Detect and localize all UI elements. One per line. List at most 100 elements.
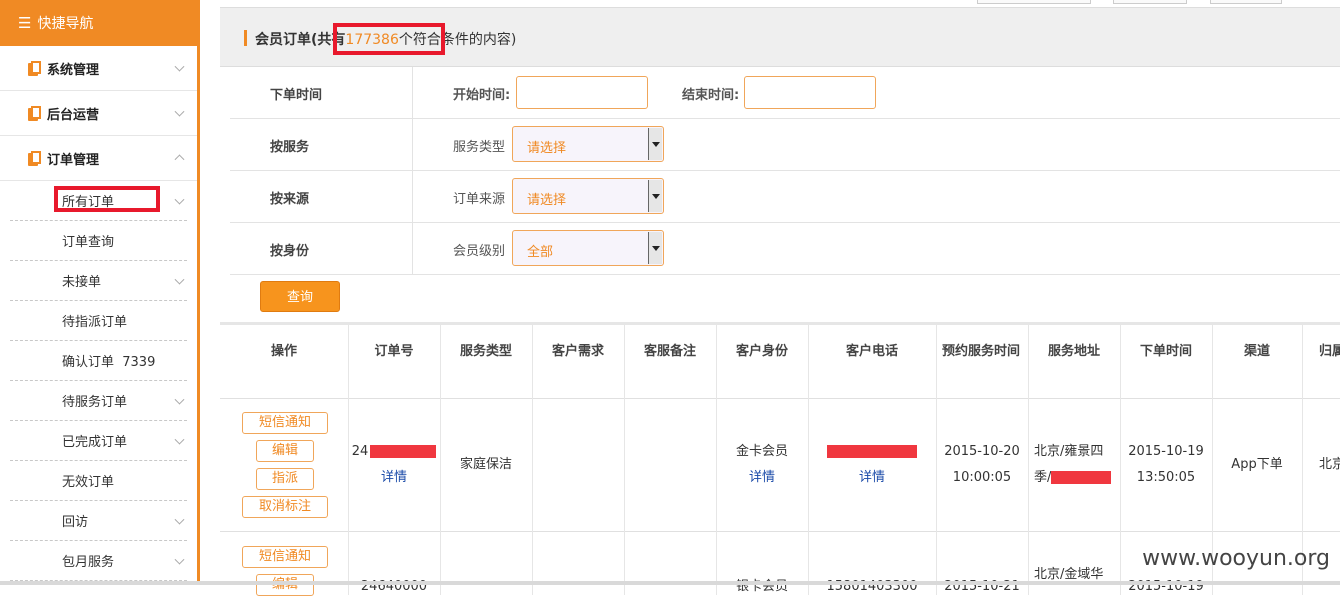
dropdown-arrow-icon[interactable] [648,128,662,160]
table-header-row: 操作 订单号 服务类型 客户需求 客服备注 客户身份 客户电话 预约服务时间 服… [220,325,1340,399]
sidebar-item-label: 未接单 [62,275,102,290]
select-value: 请选择 [527,141,567,156]
start-time-label: 开始时间: [453,88,511,103]
header-accent-bar [244,30,247,46]
chevron-down-icon [174,274,185,285]
edit-button[interactable]: 编辑 [256,574,314,596]
filter-row-order-time: 下单时间 开始时间: 结束时间: [230,67,1340,119]
sidebar-section-system[interactable]: 系统管理 [0,46,197,91]
column-header: 下单时间 [1139,344,1192,359]
cancel-mark-button[interactable]: 取消标注 [242,496,328,518]
top-button[interactable] [1113,0,1187,4]
dropdown-arrow-icon[interactable] [648,180,662,212]
sidebar-item-invalid[interactable]: 无效订单 [10,461,187,501]
bottom-scrollbar[interactable] [0,581,1340,585]
sidebar-item-order-query[interactable]: 订单查询 [10,221,187,261]
column-header: 归属 [1318,344,1340,359]
address-cell: 北京/雍景四 季/ [1028,439,1120,491]
filter-row-source: 按来源 订单来源 请选择 [230,171,1340,223]
sms-notify-button[interactable]: 短信通知 [242,412,328,434]
top-button[interactable] [977,0,1091,4]
address-line: 北京/雍景四 [1034,444,1104,459]
sidebar-item-label: 待服务订单 [62,395,128,410]
filter-label: 按服务 [270,140,310,155]
document-icon [28,60,41,76]
address-text: 季/ [1034,470,1052,485]
identity-text: 金卡会员 [735,444,788,459]
grid-line [716,325,717,595]
column-header: 客户身份 [735,344,788,359]
identity-cell: 金卡会员 详情 [716,439,808,491]
phone-cell: 详情 [808,439,936,491]
highlight-box [54,186,160,212]
sidebar-item-revisit[interactable]: 回访 [10,501,187,541]
assign-button[interactable]: 指派 [256,468,314,490]
appointment-date: 2015-10-20 [944,444,1020,459]
sidebar-item-pending-service[interactable]: 待服务订单 [10,381,187,421]
grid-line [1028,325,1029,595]
order-number: 24 [348,439,440,465]
top-button[interactable] [1210,0,1282,4]
filter-label: 按身份 [270,244,310,259]
order-detail-link[interactable]: 详情 [348,465,440,491]
start-time-input[interactable] [516,76,648,109]
chevron-down-icon [174,514,185,525]
filter-row-identity: 按身份 会员级别 全部 [230,223,1340,275]
edit-button[interactable]: 编辑 [256,440,314,462]
column-header: 客服备注 [643,344,696,359]
service-type-cell: 家庭保洁 [459,457,512,472]
grid-line [808,325,809,595]
sidebar-item-label: 包月服务 [62,555,115,570]
sidebar-item-all-orders[interactable]: 所有订单 [10,181,187,221]
sidebar: ☰ 快捷导航 系统管理 后台运营 订单管理 所有订单 订单查询 未接单 待指派订… [0,0,200,585]
sidebar-item-completed[interactable]: 已完成订单 [10,421,187,461]
order-source-select[interactable]: 请选择 [512,178,664,214]
sidebar-item-pending-assign[interactable]: 待指派订单 [10,301,187,341]
chevron-down-icon [174,434,185,445]
page-header: 会员订单(共有177386个符合条件的内容) [220,7,1340,67]
redaction [827,445,917,458]
query-button[interactable]: 查询 [260,281,340,312]
sidebar-section-orders[interactable]: 订单管理 [0,136,197,181]
identity-detail-link[interactable]: 详情 [716,465,808,491]
grid-line [1120,325,1121,595]
sidebar-item-monthly[interactable]: 包月服务 [10,541,187,581]
select-value: 全部 [527,245,554,260]
appointment-date: 2015-10-21 [944,579,1020,594]
order-date: 2015-10-19 [1128,579,1204,594]
redaction [370,445,437,458]
column-header: 服务地址 [1047,344,1100,359]
chevron-down-icon [174,61,185,72]
grid-line [440,325,441,595]
highlight-box [333,23,445,55]
divider [412,119,413,170]
sidebar-section-operations[interactable]: 后台运营 [0,91,197,136]
sidebar-item-label: 待指派订单 [62,315,128,330]
phone-detail-link[interactable]: 详情 [808,465,936,491]
chevron-up-icon [174,154,185,165]
service-type-select[interactable]: 请选择 [512,126,664,162]
sms-notify-button[interactable]: 短信通知 [242,546,328,568]
divider [412,223,413,274]
sidebar-item-confirm-orders[interactable]: 确认订单 7339 [10,341,187,381]
document-icon [28,150,41,166]
section-label: 后台运营 [47,107,100,123]
filter-label: 按来源 [270,192,310,207]
column-header: 渠道 [1243,344,1270,359]
divider [412,67,413,118]
top-strip [220,0,1340,7]
list-icon: ☰ [18,14,32,32]
end-time-input[interactable] [744,76,876,109]
order-time-cell: 2015-10-19 13:50:05 [1120,439,1212,491]
select-value: 请选择 [527,193,567,208]
dropdown-arrow-icon[interactable] [648,232,662,264]
section-label: 订单管理 [47,152,100,168]
main-content: 会员订单(共有177386个符合条件的内容) 下单时间 开始时间: 结束时间: … [220,0,1340,596]
sidebar-item-unaccepted[interactable]: 未接单 [10,261,187,301]
grid-line [624,325,625,595]
member-level-select[interactable]: 全部 [512,230,664,266]
address-line: 季/ [1034,465,1120,491]
title-prefix: 会员订单(共有 [255,32,346,48]
phone-text: 15801403300 [826,579,918,594]
sidebar-item-label: 订单查询 [62,235,115,250]
